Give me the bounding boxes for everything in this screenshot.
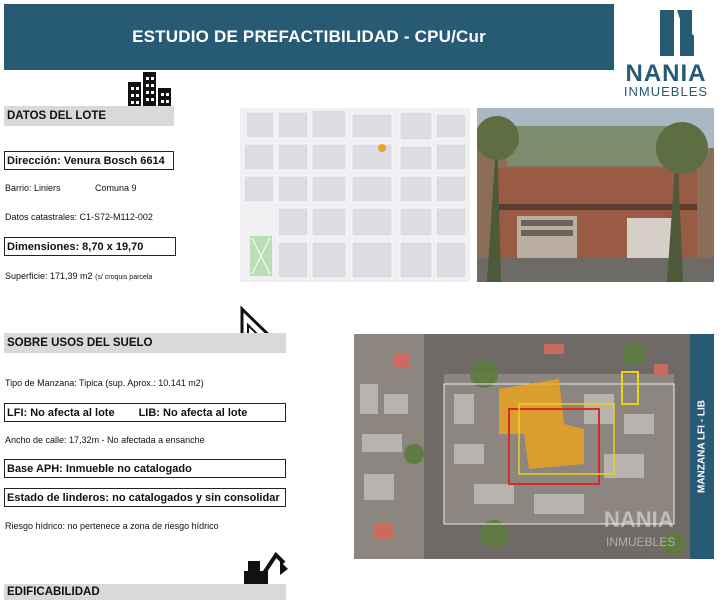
riesgo-text: Riesgo hídrico: no pertenece a zona de r… [5, 521, 219, 531]
aerial-side-label-text: MANZANA LFI - LIB [696, 400, 708, 493]
tipo-manzana-text: Tipo de Manzana: Tipica (sup. Aprox.: 10… [5, 378, 204, 388]
page-title: ESTUDIO DE PREFACTIBILIDAD - CPU/Cur [132, 27, 486, 46]
watermark-name: NANIA [604, 507, 674, 532]
dimensiones-field: Dimensiones: 8,70 x 19,70 [4, 237, 176, 256]
section-datos-lote: DATOS DEL LOTE [4, 106, 174, 126]
base-aph-field: Base APH: Inmueble no catalogado [4, 459, 286, 478]
ancho-calle-text: Ancho de calle: 17,32m - No afectada a e… [5, 435, 205, 445]
nania-logo-mark-icon [660, 10, 694, 56]
section-usos-suelo-heading: SOBRE USOS DEL SUELO [7, 337, 153, 349]
linderos-field: Estado de linderos: no catalogados y sin… [4, 488, 286, 507]
linderos-value: Estado de linderos: no catalogados y sin… [7, 491, 280, 504]
base-aph-value: Base APH: Inmueble no catalogado [7, 462, 192, 475]
logo-subtitle: INMUEBLES [623, 84, 709, 99]
direccion-value: Dirección: Venura Bosch 6614 [7, 154, 165, 167]
aerial-side-label: MANZANA LFI - LIB [690, 334, 714, 559]
dimensiones-value: Dimensiones: 8,70 x 19,70 [7, 240, 144, 253]
section-edificabilidad-heading: EDIFICABILIDAD [7, 586, 100, 598]
watermark-sub: INMUEBLES [606, 535, 675, 549]
superficie-text: Superficie: 171,39 m2 (s/ croquis parcel… [5, 271, 177, 281]
street-photo-image [477, 108, 714, 282]
aerial-image: NANIA INMUEBLES [354, 334, 714, 559]
location-pin-icon [378, 144, 386, 152]
header-banner: ESTUDIO DE PREFACTIBILIDAD - CPU/Cur [4, 4, 614, 70]
section-datos-lote-heading: DATOS DEL LOTE [7, 110, 107, 122]
section-usos-suelo: SOBRE USOS DEL SUELO [4, 333, 286, 353]
lfi-value: LFI: No afecta al lote [7, 406, 115, 419]
superficie-value: Superficie: 171,39 m2 [5, 271, 93, 281]
comuna-text: Comuna 9 [95, 183, 137, 193]
lib-value: LIB: No afecta al lote [138, 406, 248, 419]
street-map-image [240, 108, 470, 282]
catastrales-text: Datos catastrales: C1-S72-M112-002 [5, 212, 153, 222]
section-edificabilidad: EDIFICABILIDAD [4, 584, 286, 600]
superficie-note: (s/ croquis parcela [95, 274, 153, 281]
lfi-lib-field: LFI: No afecta al lote LIB: No afecta al… [4, 403, 286, 422]
barrio-text: Barrio: Liniers [5, 183, 61, 193]
direccion-field: Dirección: Venura Bosch 6614 [4, 151, 174, 170]
